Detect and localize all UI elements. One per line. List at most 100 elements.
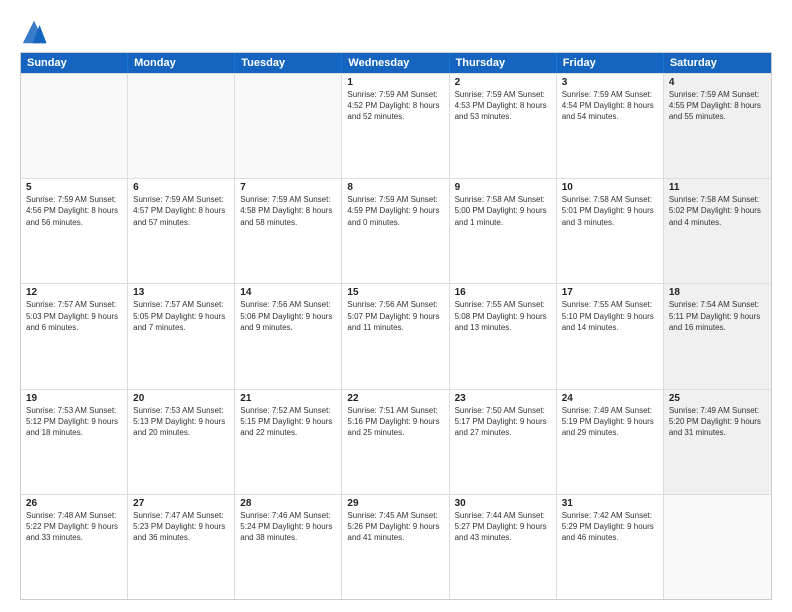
day-info: Sunrise: 7:49 AM Sunset: 5:20 PM Dayligh… <box>669 405 766 439</box>
calendar-cell: 14Sunrise: 7:56 AM Sunset: 5:06 PM Dayli… <box>235 284 342 388</box>
calendar-cell: 10Sunrise: 7:58 AM Sunset: 5:01 PM Dayli… <box>557 179 664 283</box>
day-number: 23 <box>455 393 551 404</box>
day-number: 16 <box>455 287 551 298</box>
calendar-cell: 16Sunrise: 7:55 AM Sunset: 5:08 PM Dayli… <box>450 284 557 388</box>
day-number: 13 <box>133 287 229 298</box>
day-number: 29 <box>347 498 443 509</box>
logo <box>20 18 50 46</box>
calendar-cell: 22Sunrise: 7:51 AM Sunset: 5:16 PM Dayli… <box>342 390 449 494</box>
calendar-cell: 23Sunrise: 7:50 AM Sunset: 5:17 PM Dayli… <box>450 390 557 494</box>
calendar-cell: 20Sunrise: 7:53 AM Sunset: 5:13 PM Dayli… <box>128 390 235 494</box>
day-number: 30 <box>455 498 551 509</box>
day-number: 8 <box>347 182 443 193</box>
page: SundayMondayTuesdayWednesdayThursdayFrid… <box>0 0 792 612</box>
day-number: 27 <box>133 498 229 509</box>
day-info: Sunrise: 7:59 AM Sunset: 4:53 PM Dayligh… <box>455 89 551 123</box>
header-day-tuesday: Tuesday <box>235 53 342 73</box>
header-day-monday: Monday <box>128 53 235 73</box>
day-info: Sunrise: 7:46 AM Sunset: 5:24 PM Dayligh… <box>240 510 336 544</box>
day-info: Sunrise: 7:59 AM Sunset: 4:57 PM Dayligh… <box>133 194 229 228</box>
day-info: Sunrise: 7:57 AM Sunset: 5:03 PM Dayligh… <box>26 299 122 333</box>
calendar-cell: 27Sunrise: 7:47 AM Sunset: 5:23 PM Dayli… <box>128 495 235 599</box>
day-info: Sunrise: 7:59 AM Sunset: 4:55 PM Dayligh… <box>669 89 766 123</box>
day-info: Sunrise: 7:56 AM Sunset: 5:07 PM Dayligh… <box>347 299 443 333</box>
day-info: Sunrise: 7:59 AM Sunset: 4:59 PM Dayligh… <box>347 194 443 228</box>
calendar-cell: 2Sunrise: 7:59 AM Sunset: 4:53 PM Daylig… <box>450 74 557 178</box>
calendar-cell: 9Sunrise: 7:58 AM Sunset: 5:00 PM Daylig… <box>450 179 557 283</box>
calendar-header: SundayMondayTuesdayWednesdayThursdayFrid… <box>21 53 771 73</box>
day-info: Sunrise: 7:58 AM Sunset: 5:00 PM Dayligh… <box>455 194 551 228</box>
day-info: Sunrise: 7:45 AM Sunset: 5:26 PM Dayligh… <box>347 510 443 544</box>
calendar-cell: 28Sunrise: 7:46 AM Sunset: 5:24 PM Dayli… <box>235 495 342 599</box>
day-number: 2 <box>455 77 551 88</box>
day-info: Sunrise: 7:58 AM Sunset: 5:02 PM Dayligh… <box>669 194 766 228</box>
day-info: Sunrise: 7:55 AM Sunset: 5:10 PM Dayligh… <box>562 299 658 333</box>
day-number: 28 <box>240 498 336 509</box>
day-number: 12 <box>26 287 122 298</box>
day-info: Sunrise: 7:49 AM Sunset: 5:19 PM Dayligh… <box>562 405 658 439</box>
day-number: 24 <box>562 393 658 404</box>
day-number: 11 <box>669 182 766 193</box>
calendar-cell: 8Sunrise: 7:59 AM Sunset: 4:59 PM Daylig… <box>342 179 449 283</box>
calendar-cell <box>235 74 342 178</box>
calendar-cell <box>128 74 235 178</box>
day-number: 17 <box>562 287 658 298</box>
day-info: Sunrise: 7:48 AM Sunset: 5:22 PM Dayligh… <box>26 510 122 544</box>
day-info: Sunrise: 7:54 AM Sunset: 5:11 PM Dayligh… <box>669 299 766 333</box>
day-info: Sunrise: 7:51 AM Sunset: 5:16 PM Dayligh… <box>347 405 443 439</box>
day-info: Sunrise: 7:59 AM Sunset: 4:52 PM Dayligh… <box>347 89 443 123</box>
day-number: 26 <box>26 498 122 509</box>
calendar-cell: 3Sunrise: 7:59 AM Sunset: 4:54 PM Daylig… <box>557 74 664 178</box>
calendar-cell <box>664 495 771 599</box>
day-info: Sunrise: 7:47 AM Sunset: 5:23 PM Dayligh… <box>133 510 229 544</box>
day-info: Sunrise: 7:56 AM Sunset: 5:06 PM Dayligh… <box>240 299 336 333</box>
day-info: Sunrise: 7:50 AM Sunset: 5:17 PM Dayligh… <box>455 405 551 439</box>
day-info: Sunrise: 7:53 AM Sunset: 5:12 PM Dayligh… <box>26 405 122 439</box>
calendar-row: 26Sunrise: 7:48 AM Sunset: 5:22 PM Dayli… <box>21 494 771 599</box>
calendar-cell: 25Sunrise: 7:49 AM Sunset: 5:20 PM Dayli… <box>664 390 771 494</box>
header-day-friday: Friday <box>557 53 664 73</box>
calendar-cell: 19Sunrise: 7:53 AM Sunset: 5:12 PM Dayli… <box>21 390 128 494</box>
calendar-cell: 11Sunrise: 7:58 AM Sunset: 5:02 PM Dayli… <box>664 179 771 283</box>
day-number: 14 <box>240 287 336 298</box>
calendar-cell <box>21 74 128 178</box>
calendar-cell: 17Sunrise: 7:55 AM Sunset: 5:10 PM Dayli… <box>557 284 664 388</box>
calendar-cell: 4Sunrise: 7:59 AM Sunset: 4:55 PM Daylig… <box>664 74 771 178</box>
day-info: Sunrise: 7:59 AM Sunset: 4:54 PM Dayligh… <box>562 89 658 123</box>
calendar-row: 12Sunrise: 7:57 AM Sunset: 5:03 PM Dayli… <box>21 283 771 388</box>
day-info: Sunrise: 7:42 AM Sunset: 5:29 PM Dayligh… <box>562 510 658 544</box>
calendar-row: 5Sunrise: 7:59 AM Sunset: 4:56 PM Daylig… <box>21 178 771 283</box>
day-number: 19 <box>26 393 122 404</box>
day-number: 5 <box>26 182 122 193</box>
header-day-thursday: Thursday <box>450 53 557 73</box>
day-number: 21 <box>240 393 336 404</box>
day-info: Sunrise: 7:44 AM Sunset: 5:27 PM Dayligh… <box>455 510 551 544</box>
day-number: 6 <box>133 182 229 193</box>
day-number: 4 <box>669 77 766 88</box>
calendar-cell: 12Sunrise: 7:57 AM Sunset: 5:03 PM Dayli… <box>21 284 128 388</box>
day-info: Sunrise: 7:53 AM Sunset: 5:13 PM Dayligh… <box>133 405 229 439</box>
calendar-cell: 29Sunrise: 7:45 AM Sunset: 5:26 PM Dayli… <box>342 495 449 599</box>
calendar-cell: 13Sunrise: 7:57 AM Sunset: 5:05 PM Dayli… <box>128 284 235 388</box>
day-number: 1 <box>347 77 443 88</box>
calendar-row: 19Sunrise: 7:53 AM Sunset: 5:12 PM Dayli… <box>21 389 771 494</box>
day-number: 7 <box>240 182 336 193</box>
header <box>20 18 772 46</box>
calendar: SundayMondayTuesdayWednesdayThursdayFrid… <box>20 52 772 600</box>
day-number: 3 <box>562 77 658 88</box>
calendar-cell: 1Sunrise: 7:59 AM Sunset: 4:52 PM Daylig… <box>342 74 449 178</box>
day-info: Sunrise: 7:59 AM Sunset: 4:58 PM Dayligh… <box>240 194 336 228</box>
calendar-body: 1Sunrise: 7:59 AM Sunset: 4:52 PM Daylig… <box>21 73 771 599</box>
day-number: 25 <box>669 393 766 404</box>
calendar-cell: 26Sunrise: 7:48 AM Sunset: 5:22 PM Dayli… <box>21 495 128 599</box>
calendar-cell: 6Sunrise: 7:59 AM Sunset: 4:57 PM Daylig… <box>128 179 235 283</box>
calendar-cell: 30Sunrise: 7:44 AM Sunset: 5:27 PM Dayli… <box>450 495 557 599</box>
calendar-cell: 31Sunrise: 7:42 AM Sunset: 5:29 PM Dayli… <box>557 495 664 599</box>
calendar-cell: 18Sunrise: 7:54 AM Sunset: 5:11 PM Dayli… <box>664 284 771 388</box>
calendar-cell: 21Sunrise: 7:52 AM Sunset: 5:15 PM Dayli… <box>235 390 342 494</box>
header-day-saturday: Saturday <box>664 53 771 73</box>
calendar-cell: 7Sunrise: 7:59 AM Sunset: 4:58 PM Daylig… <box>235 179 342 283</box>
day-info: Sunrise: 7:59 AM Sunset: 4:56 PM Dayligh… <box>26 194 122 228</box>
day-number: 10 <box>562 182 658 193</box>
calendar-row: 1Sunrise: 7:59 AM Sunset: 4:52 PM Daylig… <box>21 73 771 178</box>
